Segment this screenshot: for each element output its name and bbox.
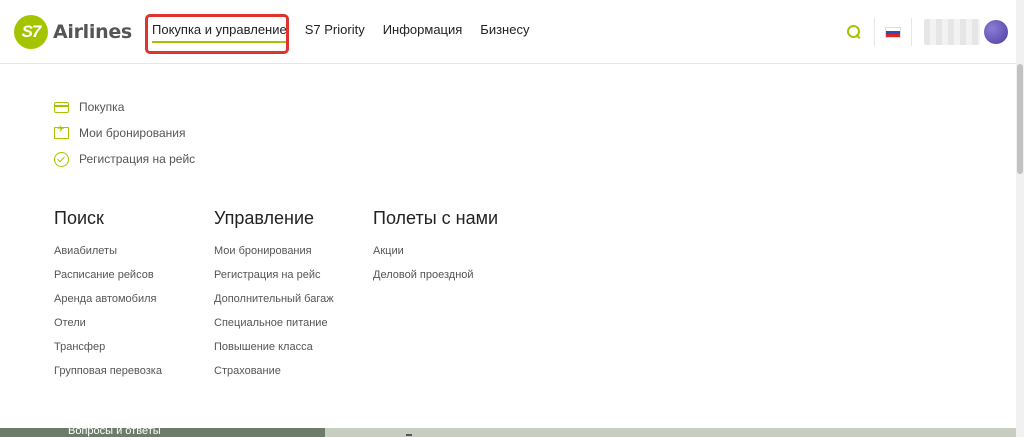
nav-information[interactable]: Информация [383, 22, 463, 37]
quick-links: Покупка Мои бронирования Регистрация на … [54, 94, 195, 172]
nav-purchase-management[interactable]: Покупка и управление [152, 22, 287, 43]
page-background-peek: Вопросы и ответы [0, 428, 1016, 437]
menu-column-fly-with-us: Полеты с нами Акции Деловой проездной [373, 208, 498, 292]
language-flag-icon[interactable] [885, 26, 901, 38]
quick-link-check-in[interactable]: Регистрация на рейс [54, 146, 195, 172]
scrollbar-thumb[interactable] [1017, 64, 1023, 174]
menu-link-check-in[interactable]: Регистрация на рейс [214, 268, 334, 292]
menu-link-hotels[interactable]: Отели [54, 316, 162, 340]
menu-link-business-pass[interactable]: Деловой проездной [373, 268, 498, 292]
menu-link-group-travel[interactable]: Групповая перевозка [54, 364, 162, 388]
s7-logo-mark: S7 [14, 15, 48, 49]
divider [874, 18, 875, 46]
column-title: Полеты с нами [373, 208, 499, 228]
s7-logo[interactable]: S7 Airlines [14, 14, 132, 50]
quick-link-label: Мои бронирования [79, 126, 186, 140]
menu-column-management: Управление Мои бронирования Регистрация … [214, 208, 334, 388]
quick-link-purchase[interactable]: Покупка [54, 94, 195, 120]
menu-link-promotions[interactable]: Акции [373, 244, 498, 268]
main-nav: Покупка и управление S7 Priority Информа… [152, 22, 529, 43]
column-title: Поиск [54, 208, 104, 228]
top-header: S7 Airlines Покупка и управление S7 Prio… [0, 0, 1016, 64]
brand-name: Airlines [53, 21, 132, 43]
menu-link-special-meals[interactable]: Специальное питание [214, 316, 334, 340]
ticket-icon [54, 125, 69, 139]
nav-business[interactable]: Бизнесу [480, 22, 529, 37]
header-actions [846, 18, 1008, 46]
user-name-blurred[interactable] [924, 19, 980, 45]
quick-link-label: Регистрация на рейс [79, 152, 196, 166]
faq-link[interactable]: Вопросы и ответы [68, 428, 161, 437]
menu-link-upgrade[interactable]: Повышение класса [214, 340, 334, 364]
menu-link-extra-baggage[interactable]: Дополнительный багаж [214, 292, 334, 316]
divider [911, 18, 912, 46]
card-icon [54, 101, 69, 113]
avatar[interactable] [984, 20, 1008, 44]
nav-s7-priority[interactable]: S7 Priority [305, 22, 365, 37]
quick-link-my-bookings[interactable]: Мои бронирования [54, 120, 195, 146]
quick-link-label: Покупка [79, 100, 125, 114]
menu-link-schedule[interactable]: Расписание рейсов [54, 268, 162, 292]
check-circle-icon [54, 151, 69, 167]
menu-link-my-bookings[interactable]: Мои бронирования [214, 244, 334, 268]
menu-link-car-rental[interactable]: Аренда автомобиля [54, 292, 162, 316]
menu-column-search: Поиск Авиабилеты Расписание рейсов Аренд… [54, 208, 162, 388]
decorative-mark [406, 434, 412, 436]
search-icon[interactable] [846, 24, 862, 40]
menu-link-insurance[interactable]: Страхование [214, 364, 334, 388]
column-title: Управление [214, 208, 315, 228]
menu-link-flights[interactable]: Авиабилеты [54, 244, 162, 268]
scrollbar[interactable] [1016, 0, 1024, 437]
menu-link-transfer[interactable]: Трансфер [54, 340, 162, 364]
